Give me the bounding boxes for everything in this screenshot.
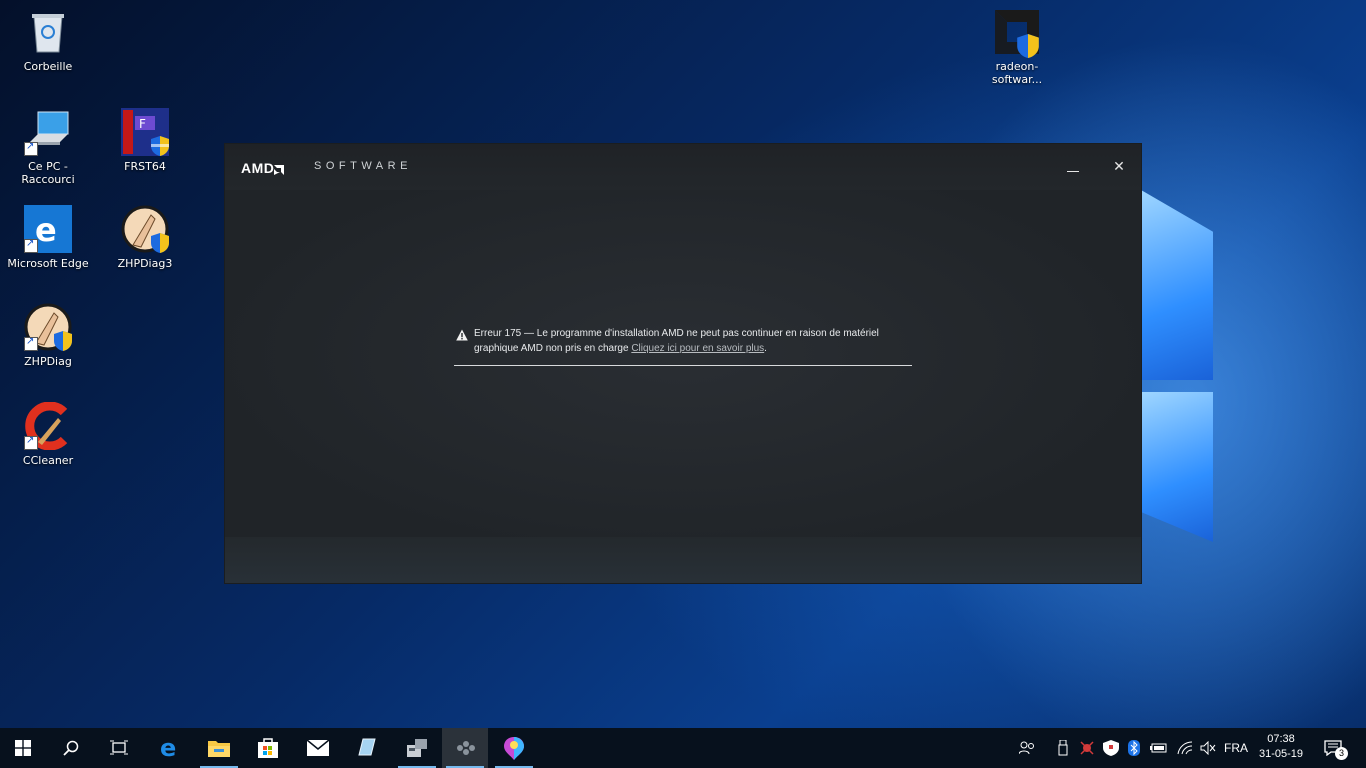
app-icon (358, 738, 376, 756)
app-icon-2 (407, 739, 427, 757)
battery-icon (1150, 743, 1167, 753)
svg-text:e: e (35, 211, 57, 249)
uac-shield-icon (54, 331, 72, 351)
taskbar-app-2[interactable] (394, 728, 440, 768)
store-icon (258, 738, 278, 758)
clock-date: 31-05-19 (1258, 748, 1304, 760)
wifi-icon (1177, 741, 1193, 755)
desktop-icon-label: Ce PC - Raccourci (21, 160, 75, 186)
taskbar-mail[interactable] (295, 728, 341, 768)
windows-security-icon (1103, 740, 1119, 756)
desktop-icon-label: Microsoft Edge (7, 257, 89, 270)
tray-volume[interactable] (1197, 728, 1219, 768)
wallpaper-logo-pane (1141, 190, 1213, 380)
paint-icon (504, 737, 524, 760)
antivirus-icon (1080, 741, 1094, 755)
zhpdiag-icon (121, 205, 169, 253)
learn-more-link[interactable]: Cliquez ici pour en savoir plus (631, 343, 764, 354)
desktop-icon-label: FRST64 (124, 160, 166, 173)
error-text-end: . (764, 342, 767, 354)
amd-arrow-icon (274, 165, 285, 175)
taskbar-paint[interactable] (491, 728, 537, 768)
desktop-icon-label: ZHPDiag (24, 355, 72, 368)
tray-security[interactable] (1101, 728, 1121, 768)
amd-installer-icon (993, 8, 1041, 58)
mail-icon (306, 739, 330, 756)
desktop-icon-zhpdiag[interactable]: ZHPDiag (6, 303, 90, 368)
tray-antivirus[interactable] (1077, 728, 1097, 768)
tray-bluetooth[interactable] (1125, 728, 1143, 768)
uac-shield-icon (151, 233, 169, 253)
shortcut-arrow-icon (24, 434, 38, 450)
close-button[interactable]: ✕ (1105, 156, 1133, 180)
svg-text:F: F (139, 117, 146, 131)
volume-muted-icon (1200, 741, 1216, 755)
taskbar-file-explorer[interactable] (196, 728, 242, 768)
desktop-icon-label: radeon-softwar... (991, 60, 1043, 86)
frst-icon: F (121, 108, 169, 156)
warning-icon (456, 329, 468, 341)
uac-shield-icon (1017, 34, 1039, 58)
desktop-icon-label: Corbeille (23, 60, 73, 73)
desktop-icon-label: ZHPDiag3 (117, 257, 173, 270)
svg-text:e: e (160, 737, 176, 759)
desktop-icon-ccleaner[interactable]: CCleaner (6, 401, 90, 467)
amd-icon (457, 741, 475, 755)
desktop-icon-edge[interactable]: e Microsoft Edge (6, 205, 90, 270)
tray-battery[interactable] (1148, 728, 1170, 768)
ccleaner-icon (24, 401, 72, 451)
desktop-icon-zhpdiag3[interactable]: ZHPDiag3 (103, 205, 187, 270)
desktop-icon-this-pc[interactable]: Ce PC - Raccourci (6, 108, 90, 186)
recycle-bin-icon (24, 8, 72, 56)
desktop-icon-radeon-installer[interactable]: radeon-softwar... (975, 8, 1059, 86)
wallpaper-logo-pane (1141, 392, 1213, 542)
window-brand-title: SOFTWARE (314, 160, 412, 172)
taskbar-app[interactable] (343, 728, 389, 768)
amd-logo-text: AMD (241, 160, 275, 176)
tray-wifi[interactable] (1174, 728, 1196, 768)
file-explorer-icon (208, 741, 230, 757)
clock-time: 07:38 (1267, 733, 1295, 745)
taskbar-edge[interactable]: e (147, 728, 193, 768)
desktop-icon-recycle-bin[interactable]: Corbeille (6, 8, 90, 73)
taskbar: e FRA 07:38 31-05-19 3 (0, 728, 1366, 768)
taskbar-store[interactable] (245, 728, 291, 768)
usb-drive-icon (1058, 740, 1068, 756)
tray-usb[interactable] (1054, 728, 1072, 768)
taskbar-amd-software[interactable] (442, 728, 488, 768)
shortcut-arrow-icon (24, 237, 38, 253)
amd-logo: AMD (241, 160, 285, 176)
notification-count-badge: 3 (1335, 747, 1348, 760)
shortcut-arrow-icon (24, 140, 38, 156)
task-view-button[interactable] (96, 728, 142, 768)
people-icon (1019, 741, 1034, 755)
window-footer (225, 537, 1141, 583)
search-icon (63, 740, 79, 756)
task-view-icon (110, 740, 128, 755)
windows-start-icon (15, 740, 31, 756)
tray-people[interactable] (1015, 728, 1039, 768)
start-button[interactable] (0, 728, 46, 768)
desktop-icon-frst64[interactable]: F FRST64 (103, 108, 187, 173)
edge-icon: e (24, 205, 72, 253)
minimize-button[interactable] (1059, 156, 1087, 180)
search-button[interactable] (48, 728, 94, 768)
shortcut-arrow-icon (24, 335, 38, 351)
error-message-box: Erreur 175 — Le programme d'installation… (454, 327, 912, 366)
window-titlebar[interactable]: AMD SOFTWARE ✕ (225, 144, 1141, 190)
tray-language[interactable]: FRA (1222, 728, 1250, 768)
desktop-icon-label: CCleaner (22, 454, 74, 467)
zhpdiag-icon (24, 303, 72, 351)
bluetooth-icon (1128, 740, 1140, 756)
computer-icon (24, 108, 72, 156)
uac-shield-icon (151, 136, 169, 156)
edge-icon: e (160, 737, 176, 759)
tray-clock[interactable]: 07:38 31-05-19 (1254, 732, 1308, 762)
amd-software-window: AMD SOFTWARE ✕ Erreur 175 — Le programme… (225, 144, 1141, 583)
error-message-text: Erreur 175 — Le programme d'installation… (474, 327, 904, 356)
